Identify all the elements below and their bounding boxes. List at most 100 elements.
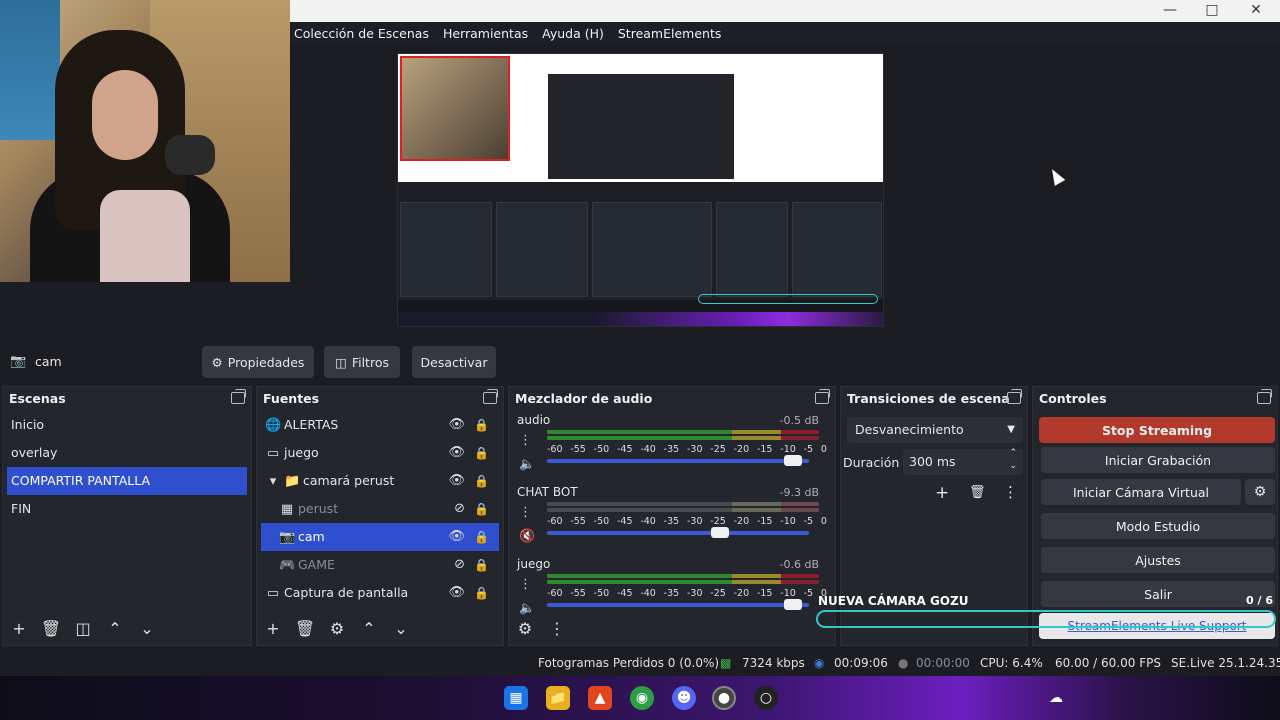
- eye-icon[interactable]: 👁: [448, 411, 465, 439]
- stepper-icon[interactable]: ⌃ ⌄: [1009, 447, 1017, 473]
- source-item-selected[interactable]: 📷 cam 👁 🔒: [261, 523, 499, 551]
- chevron-down-icon[interactable]: ⌄: [389, 618, 413, 640]
- add-transition-button[interactable]: +: [935, 483, 949, 503]
- lock-icon[interactable]: 🔒: [474, 523, 489, 551]
- image-icon: ▦: [280, 502, 294, 517]
- volume-knob[interactable]: [710, 527, 729, 538]
- eye-icon[interactable]: 👁: [448, 523, 465, 551]
- menu-streamelements[interactable]: StreamElements: [614, 26, 726, 41]
- eye-icon[interactable]: 👁: [448, 579, 465, 607]
- trash-icon[interactable]: 🗑: [969, 485, 986, 500]
- file-explorer-icon[interactable]: 📁: [546, 686, 570, 710]
- chevron-up-icon[interactable]: ⌃: [357, 618, 381, 640]
- transition-select[interactable]: Desvanecimiento ▼: [847, 417, 1023, 443]
- cloud-icon[interactable]: ☁: [1046, 686, 1066, 710]
- lock-icon[interactable]: 🔒: [474, 411, 489, 439]
- duration-label: Duración: [843, 455, 900, 470]
- kebab-menu-icon[interactable]: ⋮: [1003, 483, 1018, 501]
- volume-slider[interactable]: [547, 531, 809, 535]
- preview-canvas[interactable]: [397, 53, 884, 327]
- chrome-icon[interactable]: ◉: [630, 686, 654, 710]
- lock-icon[interactable]: 🔒: [474, 579, 489, 607]
- gear-icon[interactable]: ⚙: [325, 618, 349, 640]
- monitor-icon: ▭: [266, 586, 280, 601]
- lock-icon[interactable]: 🔒: [474, 495, 489, 523]
- undock-icon[interactable]: [1007, 389, 1022, 404]
- selected-source-bounding-box[interactable]: [400, 56, 510, 161]
- overlay-progress-bar: [816, 610, 1276, 628]
- volume-knob[interactable]: [784, 599, 803, 610]
- add-scene-button[interactable]: +: [7, 618, 31, 640]
- eye-hidden-icon[interactable]: ⊘: [454, 495, 465, 523]
- studio-mode-button[interactable]: Modo Estudio: [1041, 513, 1275, 539]
- add-source-button[interactable]: +: [261, 618, 285, 640]
- kebab-menu-icon[interactable]: ⋮: [545, 618, 569, 640]
- minimize-icon[interactable]: —: [1150, 0, 1190, 22]
- volume-slider[interactable]: [547, 603, 809, 607]
- lock-icon[interactable]: 🔒: [474, 551, 489, 579]
- search-icon[interactable]: ○: [754, 686, 778, 710]
- scene-item-inicio[interactable]: Inicio: [3, 411, 251, 439]
- discord-icon[interactable]: ☻: [672, 686, 696, 710]
- lock-icon[interactable]: 🔒: [474, 467, 489, 495]
- chevron-up-icon[interactable]: ⌃: [103, 618, 127, 640]
- source-item[interactable]: 🌐 ALERTAS 👁 🔒: [257, 411, 503, 439]
- deactivate-button[interactable]: Desactivar: [412, 346, 496, 378]
- filters-button[interactable]: ◫ Filtros: [324, 346, 400, 378]
- close-icon[interactable]: ✕: [1236, 0, 1276, 22]
- undock-icon[interactable]: [483, 389, 498, 404]
- windows-start-icon[interactable]: ▦: [504, 686, 528, 710]
- menu-help[interactable]: Ayuda (H): [538, 26, 608, 41]
- gear-icon[interactable]: ⚙: [1245, 479, 1275, 505]
- kebab-menu-icon[interactable]: ⋮: [519, 433, 532, 448]
- trash-icon[interactable]: 🗑: [293, 618, 317, 640]
- speaker-icon[interactable]: 🔈: [519, 601, 535, 616]
- record-time: 00:00:00: [916, 656, 970, 670]
- controls-title: Controles: [1033, 387, 1277, 411]
- exit-button[interactable]: Salir: [1041, 581, 1275, 607]
- kebab-menu-icon[interactable]: ⋮: [519, 577, 532, 592]
- source-item[interactable]: ▭ juego 👁 🔒: [257, 439, 503, 467]
- scene-item-overlay[interactable]: overlay: [3, 439, 251, 467]
- brave-icon[interactable]: ▲: [588, 686, 612, 710]
- trash-icon[interactable]: 🗑: [39, 618, 63, 640]
- source-group[interactable]: ▾ 📁 camará perust 👁 🔒: [257, 467, 503, 495]
- level-meter: [547, 580, 819, 584]
- stop-streaming-button[interactable]: Stop Streaming: [1039, 417, 1275, 443]
- mixer-title: Mezclador de audio: [509, 387, 835, 411]
- muted-speaker-icon[interactable]: 🔇: [519, 529, 535, 544]
- scene-item-fin[interactable]: FIN: [3, 495, 251, 523]
- speaker-icon[interactable]: 🔈: [519, 457, 535, 472]
- chevron-down-icon[interactable]: ⌄: [135, 618, 159, 640]
- menu-tools[interactable]: Herramientas: [439, 26, 532, 41]
- lock-icon[interactable]: 🔒: [474, 439, 489, 467]
- undock-icon[interactable]: [1257, 389, 1272, 404]
- audio-mixer-dock: Mezclador de audio audio -0.5 dB ⋮ -60 -5…: [508, 386, 836, 646]
- virtual-camera-button[interactable]: Iniciar Cámara Virtual: [1041, 479, 1241, 505]
- settings-button[interactable]: Ajustes: [1041, 547, 1275, 573]
- overlay-counter: 0 / 6: [1246, 594, 1273, 607]
- volume-slider[interactable]: [547, 459, 809, 463]
- undock-icon[interactable]: [231, 389, 246, 404]
- menu-scene-collection[interactable]: Colección de Escenas: [290, 26, 433, 41]
- maximize-icon[interactable]: □: [1192, 0, 1232, 22]
- meter-ticks: -60 -55 -50 -45 -40 -35 -30 -25 -20 -15 -10 -5 0: [547, 444, 827, 455]
- volume-knob[interactable]: [784, 455, 803, 466]
- caret-down-icon[interactable]: ▾: [265, 468, 281, 496]
- source-item[interactable]: ▦ perust ⊘ 🔒: [257, 495, 503, 523]
- filter-icon[interactable]: ◫: [71, 618, 95, 640]
- properties-button[interactable]: ⚙ Propiedades: [202, 346, 314, 378]
- scene-item-compartir-pantalla[interactable]: COMPARTIR PANTALLA: [7, 467, 247, 495]
- eye-icon[interactable]: 👁: [448, 439, 465, 467]
- source-item[interactable]: ▭ Captura de pantalla 👁 🔒: [257, 579, 503, 607]
- eye-hidden-icon[interactable]: ⊘: [454, 551, 465, 579]
- eye-icon[interactable]: 👁: [448, 467, 465, 495]
- source-item[interactable]: 🎮 GAME ⊘ 🔒: [257, 551, 503, 579]
- gear-icon[interactable]: ⚙: [513, 618, 537, 640]
- kebab-menu-icon[interactable]: ⋮: [519, 505, 532, 520]
- obs-icon[interactable]: ●: [712, 686, 736, 710]
- duration-input[interactable]: 300 ms ⌃ ⌄: [903, 447, 1023, 475]
- level-meter: [547, 430, 819, 434]
- start-recording-button[interactable]: Iniciar Grabación: [1041, 447, 1275, 473]
- undock-icon[interactable]: [815, 389, 830, 404]
